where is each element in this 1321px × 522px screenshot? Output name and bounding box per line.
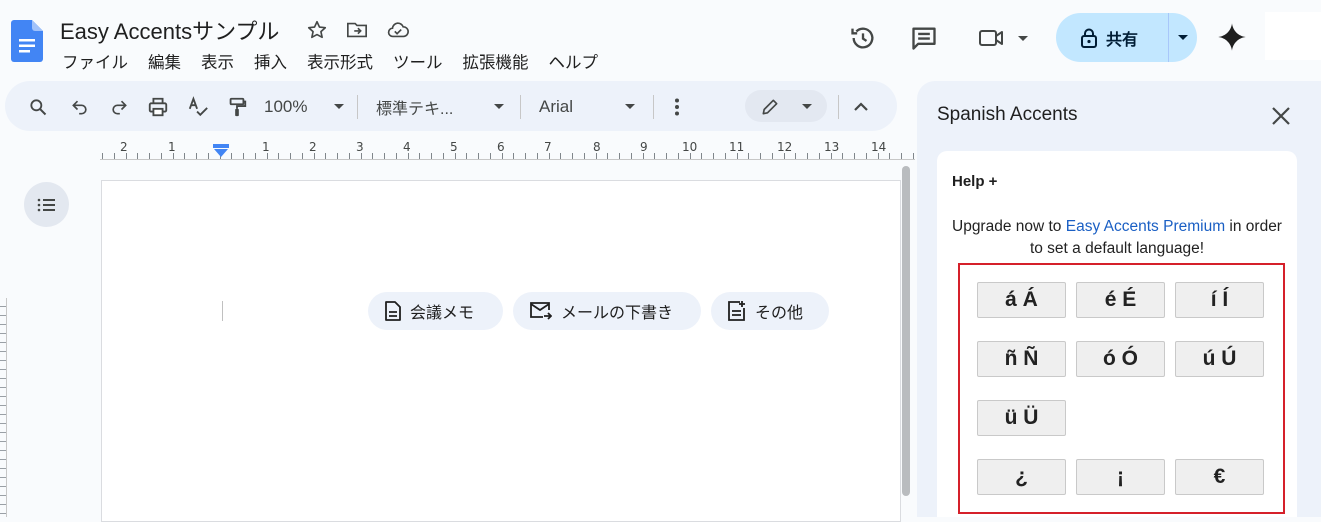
- version-history-icon[interactable]: [847, 22, 879, 54]
- ruler-label: 13: [824, 140, 840, 154]
- menu-format[interactable]: 表示形式: [307, 49, 383, 73]
- document-outline-button[interactable]: [24, 182, 69, 227]
- accent-key-inverted-exclamation[interactable]: ¡: [1076, 459, 1165, 495]
- cloud-saved-icon[interactable]: [386, 18, 410, 42]
- more-templates-chip[interactable]: その他: [711, 292, 829, 330]
- menu-file[interactable]: ファイル: [62, 49, 138, 73]
- upgrade-message: Upgrade now to Easy Accents Premium in o…: [952, 216, 1282, 260]
- document-page[interactable]: [101, 180, 901, 522]
- outline-list-icon: [37, 197, 57, 213]
- menu-insert[interactable]: 挿入: [254, 49, 297, 73]
- gemini-sparkle-icon[interactable]: [1216, 21, 1248, 53]
- ruler-label: 10: [682, 140, 698, 154]
- menu-extensions[interactable]: 拡張機能: [463, 49, 539, 73]
- ruler-label: 9: [640, 140, 648, 154]
- ruler-label: 2: [120, 140, 128, 154]
- ruler-label: 14: [871, 140, 887, 154]
- ruler-label: 11: [729, 140, 745, 154]
- chevron-down-icon: [494, 104, 504, 110]
- docs-logo-icon[interactable]: [11, 20, 43, 62]
- search-menus-icon[interactable]: [26, 94, 50, 120]
- ruler-label: 12: [777, 140, 793, 154]
- print-icon[interactable]: [146, 94, 170, 120]
- email-draft-icon: [530, 302, 552, 320]
- document-icon: [385, 301, 401, 321]
- undo-icon[interactable]: [68, 94, 92, 120]
- share-label: 共有: [1106, 31, 1139, 49]
- accent-key-a[interactable]: á Á: [977, 282, 1066, 318]
- move-folder-icon[interactable]: [345, 18, 369, 42]
- accent-key-euro[interactable]: €: [1175, 459, 1264, 495]
- upgrade-prefix: Upgrade now to: [952, 218, 1066, 235]
- accent-key-u-umlaut[interactable]: ü Ü: [977, 400, 1066, 436]
- account-area: [1265, 12, 1321, 60]
- menu-bar: ファイル 編集 表示 挿入 表示形式 ツール 拡張機能 ヘルプ: [62, 49, 618, 73]
- ruler-label: 8: [593, 140, 601, 154]
- menu-help[interactable]: ヘルプ: [549, 49, 609, 73]
- accent-key-u[interactable]: ú Ú: [1175, 341, 1264, 377]
- font-value: Arial: [539, 97, 574, 116]
- accent-key-e[interactable]: é É: [1076, 282, 1165, 318]
- indent-marker-icon[interactable]: [212, 144, 230, 163]
- meeting-notes-chip[interactable]: 会議メモ: [368, 292, 503, 330]
- accent-key-i[interactable]: í Í: [1175, 282, 1264, 318]
- paint-format-icon[interactable]: [225, 94, 249, 120]
- more-options-icon[interactable]: [668, 94, 686, 120]
- style-value: 標準テキ...: [376, 101, 454, 118]
- zoom-value: 100%: [264, 97, 308, 116]
- spellcheck-icon[interactable]: [186, 94, 210, 120]
- chip-label: メールの下書き: [561, 305, 674, 322]
- meet-camera-icon[interactable]: [973, 22, 1033, 54]
- chip-label: その他: [755, 305, 804, 322]
- share-dropdown-icon[interactable]: [1169, 34, 1197, 42]
- ruler-label: 7: [544, 140, 552, 154]
- text-cursor: [222, 301, 223, 321]
- chevron-down-icon: [334, 104, 344, 110]
- collapse-menus-icon[interactable]: [850, 94, 872, 120]
- lock-icon: [1080, 28, 1098, 48]
- accent-key-o[interactable]: ó Ó: [1076, 341, 1165, 377]
- redo-icon[interactable]: [107, 94, 131, 120]
- vertical-ruler[interactable]: [0, 298, 7, 517]
- vertical-scrollbar[interactable]: [902, 166, 910, 496]
- ruler-label: 4: [403, 140, 411, 154]
- help-toggle[interactable]: Help +: [952, 173, 997, 190]
- email-draft-chip[interactable]: メールの下書き: [513, 292, 701, 330]
- star-icon[interactable]: [305, 18, 329, 42]
- menu-tools[interactable]: ツール: [393, 49, 453, 73]
- ruler-label: 1: [262, 140, 270, 154]
- premium-link[interactable]: Easy Accents Premium: [1066, 218, 1225, 235]
- ruler-label: 5: [450, 140, 458, 154]
- comments-icon[interactable]: [908, 22, 940, 54]
- pencil-icon[interactable]: [760, 94, 812, 120]
- note-add-icon: [728, 301, 746, 321]
- side-panel-title: Spanish Accents: [937, 104, 1078, 125]
- menu-edit[interactable]: 編集: [148, 49, 191, 73]
- accent-key-n[interactable]: ñ Ñ: [977, 341, 1066, 377]
- ruler-label: 2: [309, 140, 317, 154]
- chevron-down-icon: [625, 104, 635, 110]
- share-button[interactable]: 共有: [1056, 13, 1197, 62]
- accent-key-inverted-question[interactable]: ¿: [977, 459, 1066, 495]
- chip-label: 会議メモ: [410, 305, 475, 322]
- ruler-label: 1: [168, 140, 176, 154]
- style-select[interactable]: 標準テキ...: [376, 94, 504, 120]
- zoom-select[interactable]: 100%: [264, 94, 344, 120]
- close-icon[interactable]: [1268, 103, 1294, 129]
- ruler-label: 3: [356, 140, 364, 154]
- menu-view[interactable]: 表示: [201, 49, 244, 73]
- document-title[interactable]: Easy Accentsサンプル: [60, 14, 279, 46]
- ruler-label: 6: [497, 140, 505, 154]
- font-select[interactable]: Arial: [539, 94, 635, 120]
